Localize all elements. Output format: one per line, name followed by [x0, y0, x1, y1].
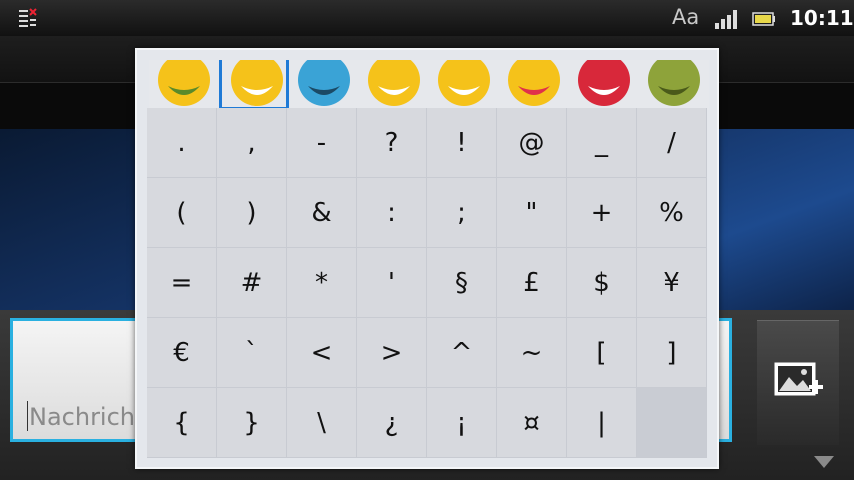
text-cursor [27, 401, 28, 431]
symbol-grid: ., -?! @ _ / () &:; " +% = # * ' § £ $ ¥ € ` < > ^ ~[] {} \ ¿ ¡ ¤ | [147, 108, 707, 458]
smiley-key[interactable] [429, 60, 499, 110]
surprised-icon [368, 60, 420, 106]
angry-red-icon [578, 60, 630, 106]
symbol-key[interactable]: € [147, 318, 217, 388]
symbol-key[interactable]: } [217, 388, 287, 458]
battery-icon [752, 12, 775, 26]
smiley-key[interactable] [289, 60, 359, 110]
smiley-key[interactable] [219, 60, 289, 110]
symbol-key[interactable]: { [147, 388, 217, 458]
symbol-key[interactable]: # [217, 248, 287, 318]
smiley-key[interactable] [359, 60, 429, 110]
symbol-key[interactable]: + [567, 178, 637, 248]
symbol-key[interactable]: ` [217, 318, 287, 388]
laugh-icon [438, 60, 490, 106]
symbol-key[interactable]: : [357, 178, 427, 248]
symbol-key[interactable]: " [497, 178, 567, 248]
symbol-key[interactable]: ~ [497, 318, 567, 388]
symbol-key[interactable]: , [217, 108, 287, 178]
symbol-key[interactable]: ? [357, 108, 427, 178]
smiley-row [149, 60, 709, 110]
list-notification-icon [19, 8, 37, 27]
symbol-key[interactable]: % [637, 178, 707, 248]
symbol-key[interactable]: . [147, 108, 217, 178]
symbol-key[interactable]: & [287, 178, 357, 248]
symbol-key[interactable]: [ [567, 318, 637, 388]
smiley-key[interactable] [639, 60, 709, 110]
symbol-key[interactable]: > [357, 318, 427, 388]
shock-blue-icon [298, 60, 350, 106]
symbol-key[interactable]: | [567, 388, 637, 458]
symbol-key[interactable]: ^ [427, 318, 497, 388]
attach-image-icon [774, 362, 823, 396]
smiley-key[interactable] [499, 60, 569, 110]
smiley-key[interactable] [149, 60, 219, 110]
attach-image-button[interactable] [757, 320, 839, 445]
symbol-key[interactable]: ' [357, 248, 427, 318]
symbol-key[interactable]: = [147, 248, 217, 318]
symbol-key[interactable]: / [637, 108, 707, 178]
symbol-picker-popup: ., -?! @ _ / () &:; " +% = # * ' § £ $ ¥ € ` < > ^ ~[] {} \ ¿ ¡ ¤ | [135, 48, 719, 469]
grin-icon [231, 60, 283, 106]
symbol-key[interactable]: _ [567, 108, 637, 178]
symbol-key[interactable]: § [427, 248, 497, 318]
font-size-indicator: Aa [672, 5, 700, 29]
symbol-key[interactable]: * [287, 248, 357, 318]
smiley-key[interactable] [569, 60, 639, 110]
message-placeholder: Nachrich [29, 403, 136, 431]
sick-green-icon [648, 60, 700, 106]
symbol-key[interactable]: - [287, 108, 357, 178]
symbol-key[interactable]: ] [637, 318, 707, 388]
symbol-key[interactable]: $ [567, 248, 637, 318]
symbol-key[interactable]: ¿ [357, 388, 427, 458]
symbol-key[interactable]: ! [427, 108, 497, 178]
symbol-key[interactable]: ; [427, 178, 497, 248]
symbol-key[interactable]: £ [497, 248, 567, 318]
signal-bars-icon [715, 10, 737, 29]
symbol-key[interactable]: ( [147, 178, 217, 248]
symbol-key[interactable]: @ [497, 108, 567, 178]
status-bar: Aa 10:11 [0, 0, 854, 36]
symbol-key[interactable]: ¡ [427, 388, 497, 458]
symbol-key[interactable]: ¥ [637, 248, 707, 318]
clock: 10:11 [790, 6, 854, 30]
symbol-key[interactable]: ) [217, 178, 287, 248]
empty-key [637, 388, 707, 458]
tongue-icon [508, 60, 560, 106]
smile-icon [158, 60, 210, 106]
symbol-key[interactable]: ¤ [497, 388, 567, 458]
symbol-key[interactable]: < [287, 318, 357, 388]
popup-pointer [814, 456, 834, 468]
symbol-key[interactable]: \ [287, 388, 357, 458]
